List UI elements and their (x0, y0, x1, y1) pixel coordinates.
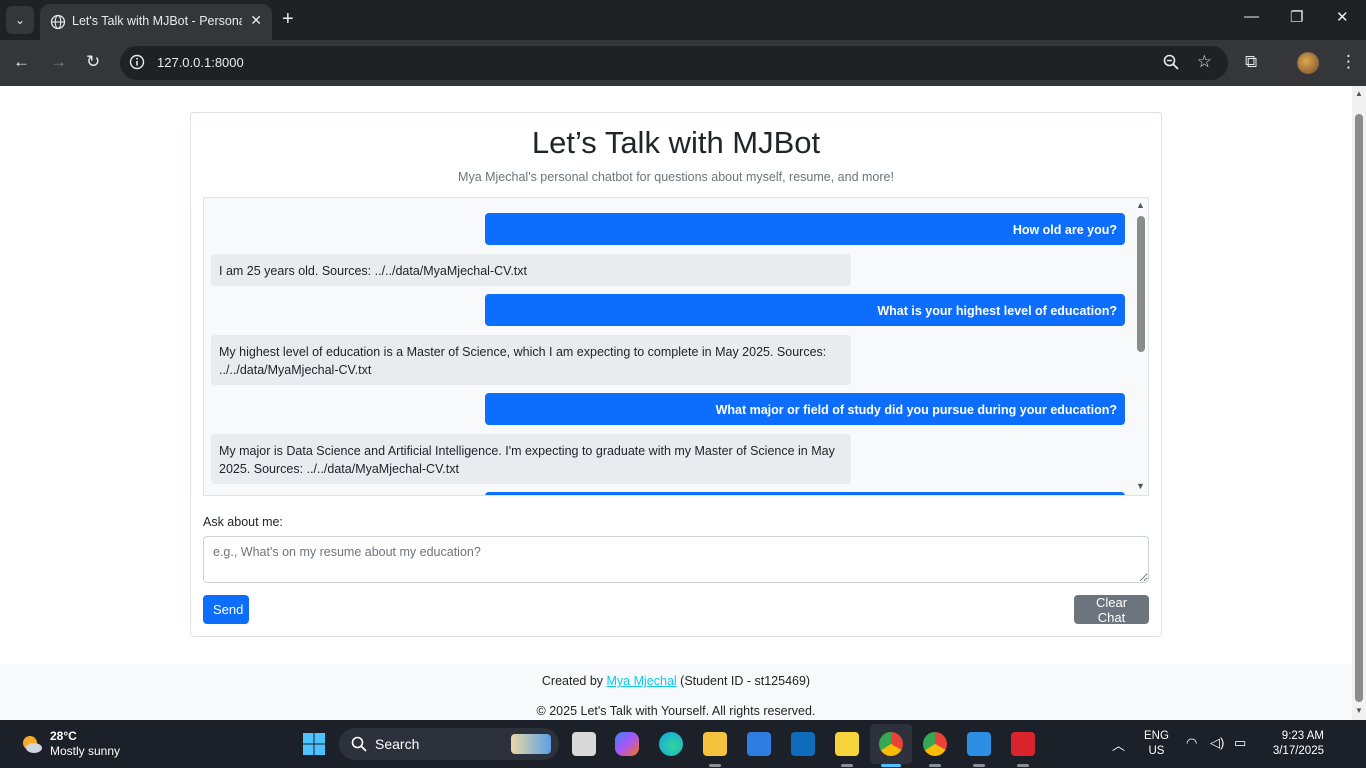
chrome-profile-icon[interactable] (923, 732, 947, 756)
search-icon (351, 736, 367, 752)
browser-toolbar: ← → ↻ 127.0.0.1:8000 ☆ ⧉ ⋮ (0, 40, 1366, 86)
globe-icon (50, 14, 66, 30)
page-title: Let’s Talk with MJBot (531, 125, 821, 160)
chat-scrollbar[interactable]: ▲ ▼ (1134, 198, 1148, 495)
page-scroll-thumb[interactable] (1355, 114, 1363, 702)
site-info-icon[interactable] (129, 54, 145, 70)
bot-message: I am 25 years old. Sources: ../../data/M… (211, 254, 851, 286)
page-scroll-down-icon[interactable]: ▼ (1355, 706, 1363, 715)
footer-copyright: © 2025 Let's Talk with Yourself. All rig… (536, 704, 816, 718)
browser-tab-strip: ⌄ Let's Talk with MJBot - Personal ✕ + —… (0, 0, 1366, 40)
vscode-icon[interactable] (967, 732, 991, 756)
acrobat-running-indicator (1017, 764, 1029, 767)
page-subtitle: Mya Mjechal's personal chatbot for quest… (458, 170, 894, 184)
edge-icon[interactable] (659, 732, 683, 756)
language-indicator[interactable]: ENG US (1144, 729, 1169, 759)
profile-avatar[interactable] (1297, 52, 1319, 74)
chrome-active-indicator (881, 764, 901, 767)
url-text: 127.0.0.1:8000 (157, 55, 244, 70)
weather-condition: Mostly sunny (50, 744, 121, 758)
tray-overflow-icon[interactable]: ︿ (1112, 735, 1125, 754)
weather-widget[interactable]: 28°C Mostly sunny (50, 729, 120, 759)
search-highlight-icon (511, 734, 551, 754)
chat-card: Let’s Talk with MJBot Mya Mjechal's pers… (190, 112, 1162, 637)
partly-sunny-icon[interactable] (20, 732, 44, 756)
user-message: What major or field of study did you pur… (485, 393, 1125, 425)
footer-created-prefix: Created by (541, 674, 607, 688)
page-scroll-up-icon[interactable]: ▲ (1355, 89, 1363, 98)
page-scrollbar[interactable]: ▲ ▼ (1352, 86, 1366, 720)
clock-date: 3/17/2025 (1272, 745, 1324, 757)
battery-icon[interactable]: ▭ (1234, 735, 1246, 751)
extensions-icon[interactable]: ⧉ (1245, 52, 1257, 72)
sticky-notes-running-indicator (841, 764, 853, 767)
acrobat-icon[interactable] (1011, 732, 1035, 756)
restore-icon[interactable]: ❐ (1290, 8, 1303, 26)
sticky-notes-icon[interactable] (835, 732, 859, 756)
file-explorer-icon[interactable] (703, 732, 727, 756)
footer-credit: Created by Mya Mjechal (Student ID - st1… (0, 674, 1352, 688)
back-icon[interactable]: ← (13, 52, 30, 72)
chrome-icon[interactable] (879, 732, 903, 756)
send-button[interactable]: Send (203, 595, 249, 624)
close-window-icon[interactable]: ✕ (1336, 8, 1349, 26)
reload-icon[interactable]: ↻ (86, 52, 100, 72)
scroll-down-icon[interactable]: ▼ (1136, 481, 1145, 491)
vscode-running-indicator (973, 764, 985, 767)
scroll-up-icon[interactable]: ▲ (1136, 200, 1145, 210)
user-message: What is your highest level of education? (485, 294, 1125, 326)
author-link[interactable]: Mya Mjechal (607, 674, 677, 688)
clock-time: 9:23 AM (1281, 730, 1324, 742)
search-label: Search (375, 736, 420, 752)
windows-start-icon[interactable] (302, 732, 326, 756)
clear-chat-button[interactable]: Clear Chat (1074, 595, 1149, 625)
volume-icon[interactable]: ◁) (1210, 735, 1224, 751)
microsoft-store-icon[interactable] (747, 732, 771, 756)
bot-message: My highest level of education is a Maste… (211, 335, 851, 385)
tab-title: Let's Talk with MJBot - Personal (72, 14, 242, 28)
footer: Created by Mya Mjechal (Student ID - st1… (0, 664, 1352, 720)
chrome-profile-running-indicator (929, 764, 941, 767)
footer-student-id: (Student ID - st125469) (676, 674, 811, 688)
tab-close-icon[interactable]: ✕ (250, 12, 262, 29)
keyboard-region: US (1148, 745, 1165, 757)
taskbar-search[interactable]: Search (339, 728, 559, 760)
bookmark-star-icon[interactable]: ☆ (1197, 52, 1212, 72)
tab-search-chevron-icon[interactable]: ⌄ (6, 6, 34, 34)
minimize-icon[interactable]: — (1244, 8, 1259, 25)
bot-message: My major is Data Science and Artificial … (211, 434, 851, 484)
address-bar[interactable]: 127.0.0.1:8000 ☆ (120, 46, 1228, 80)
user-message: How old are you? (485, 213, 1125, 245)
outlook-icon[interactable] (791, 732, 815, 756)
new-tab-button[interactable]: + (282, 8, 294, 30)
forward-icon[interactable]: → (50, 52, 67, 72)
wifi-icon[interactable]: ◠ (1186, 735, 1197, 751)
chat-scroll-thumb[interactable] (1137, 216, 1145, 352)
task-view-icon[interactable] (572, 732, 596, 756)
question-input[interactable] (203, 536, 1149, 583)
user-message-partial (485, 492, 1125, 495)
browser-tab-active[interactable]: Let's Talk with MJBot - Personal ✕ (40, 4, 272, 40)
ask-label: Ask about me: (203, 515, 283, 529)
weather-temperature: 28°C (50, 729, 77, 743)
language-code: ENG (1144, 730, 1169, 742)
chat-history[interactable]: How old are you? I am 25 years old. Sour… (203, 197, 1149, 496)
explorer-running-indicator (709, 764, 721, 767)
system-clock[interactable]: 9:23 AM 3/17/2025 (1262, 729, 1324, 759)
copilot-icon[interactable] (615, 732, 639, 756)
more-menu-icon[interactable]: ⋮ (1340, 52, 1357, 72)
zoom-icon[interactable] (1162, 53, 1180, 71)
page-content: Let’s Talk with MJBot Mya Mjechal's pers… (0, 86, 1352, 720)
windows-taskbar: 28°C Mostly sunny Search ︿ ENG US ◠ ◁) ▭… (0, 720, 1366, 768)
